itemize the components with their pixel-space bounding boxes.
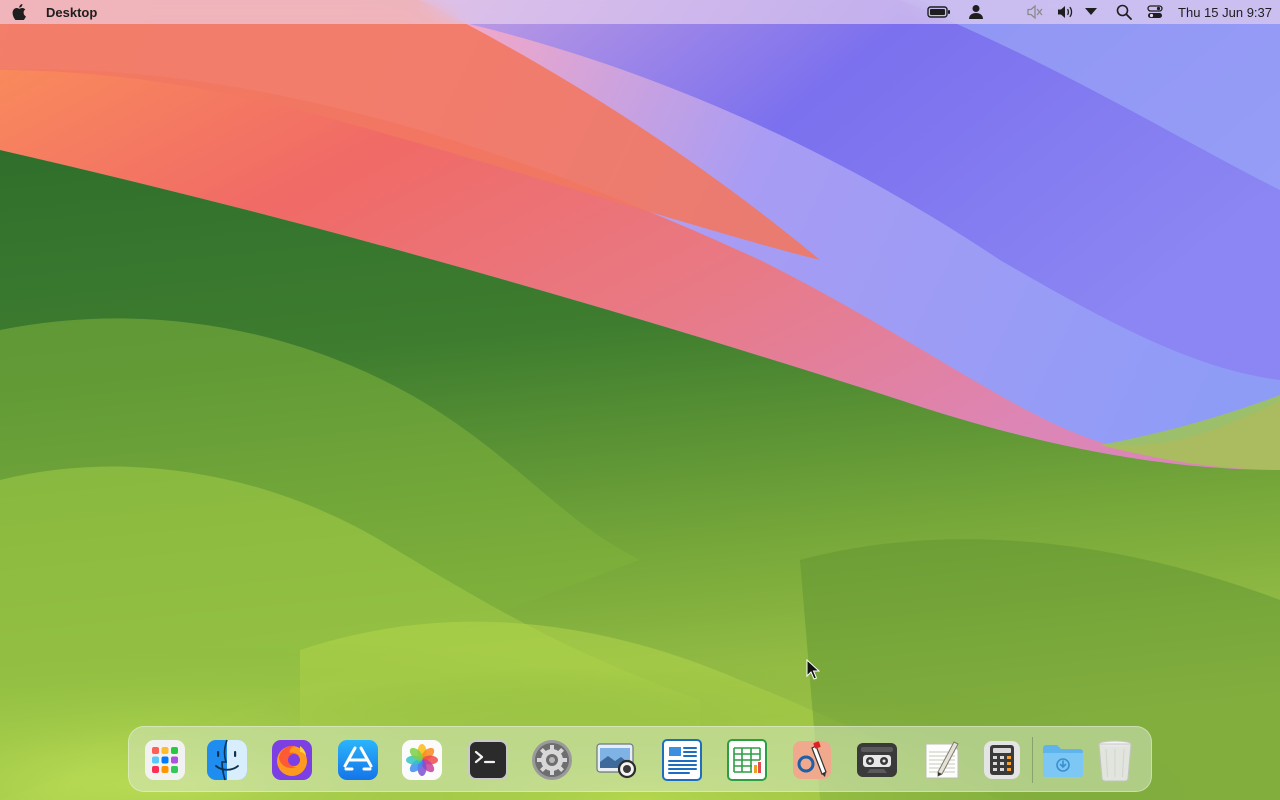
launchpad-icon[interactable] [142, 737, 188, 783]
mouse-cursor [806, 659, 820, 680]
system-preferences-icon[interactable] [529, 737, 575, 783]
user-icon[interactable] [965, 0, 987, 24]
trash-icon[interactable] [1092, 737, 1138, 783]
control-center-icon[interactable] [1146, 0, 1164, 24]
cassette-icon[interactable] [854, 737, 900, 783]
spreadsheet-icon[interactable] [724, 737, 770, 783]
apple-logo-icon[interactable] [11, 4, 27, 20]
active-app-name[interactable]: Desktop [46, 5, 97, 20]
document-writer-icon[interactable] [659, 737, 705, 783]
photos-icon[interactable] [399, 737, 445, 783]
search-icon[interactable] [1114, 0, 1134, 24]
volume-icon[interactable] [1054, 0, 1076, 24]
terminal-icon[interactable] [465, 737, 511, 783]
firefox-icon[interactable] [269, 737, 315, 783]
battery-icon[interactable] [926, 0, 952, 24]
dock [128, 726, 1152, 792]
screenshot-icon[interactable] [594, 737, 640, 783]
menubar: Desktop Thu 15 Jun 9:37 [0, 0, 1280, 24]
drawing-icon[interactable] [789, 737, 835, 783]
finder-icon[interactable] [204, 737, 250, 783]
desktop-wallpaper [0, 0, 1280, 800]
dock-separator [1032, 737, 1033, 783]
app-store-icon[interactable] [335, 737, 381, 783]
text-editor-icon[interactable] [919, 737, 965, 783]
calculator-icon[interactable] [979, 737, 1025, 783]
dropdown-icon[interactable] [1082, 0, 1100, 24]
mute-icon[interactable] [1024, 0, 1046, 24]
downloads-folder-icon[interactable] [1040, 737, 1086, 783]
menubar-clock[interactable]: Thu 15 Jun 9:37 [1178, 5, 1272, 20]
